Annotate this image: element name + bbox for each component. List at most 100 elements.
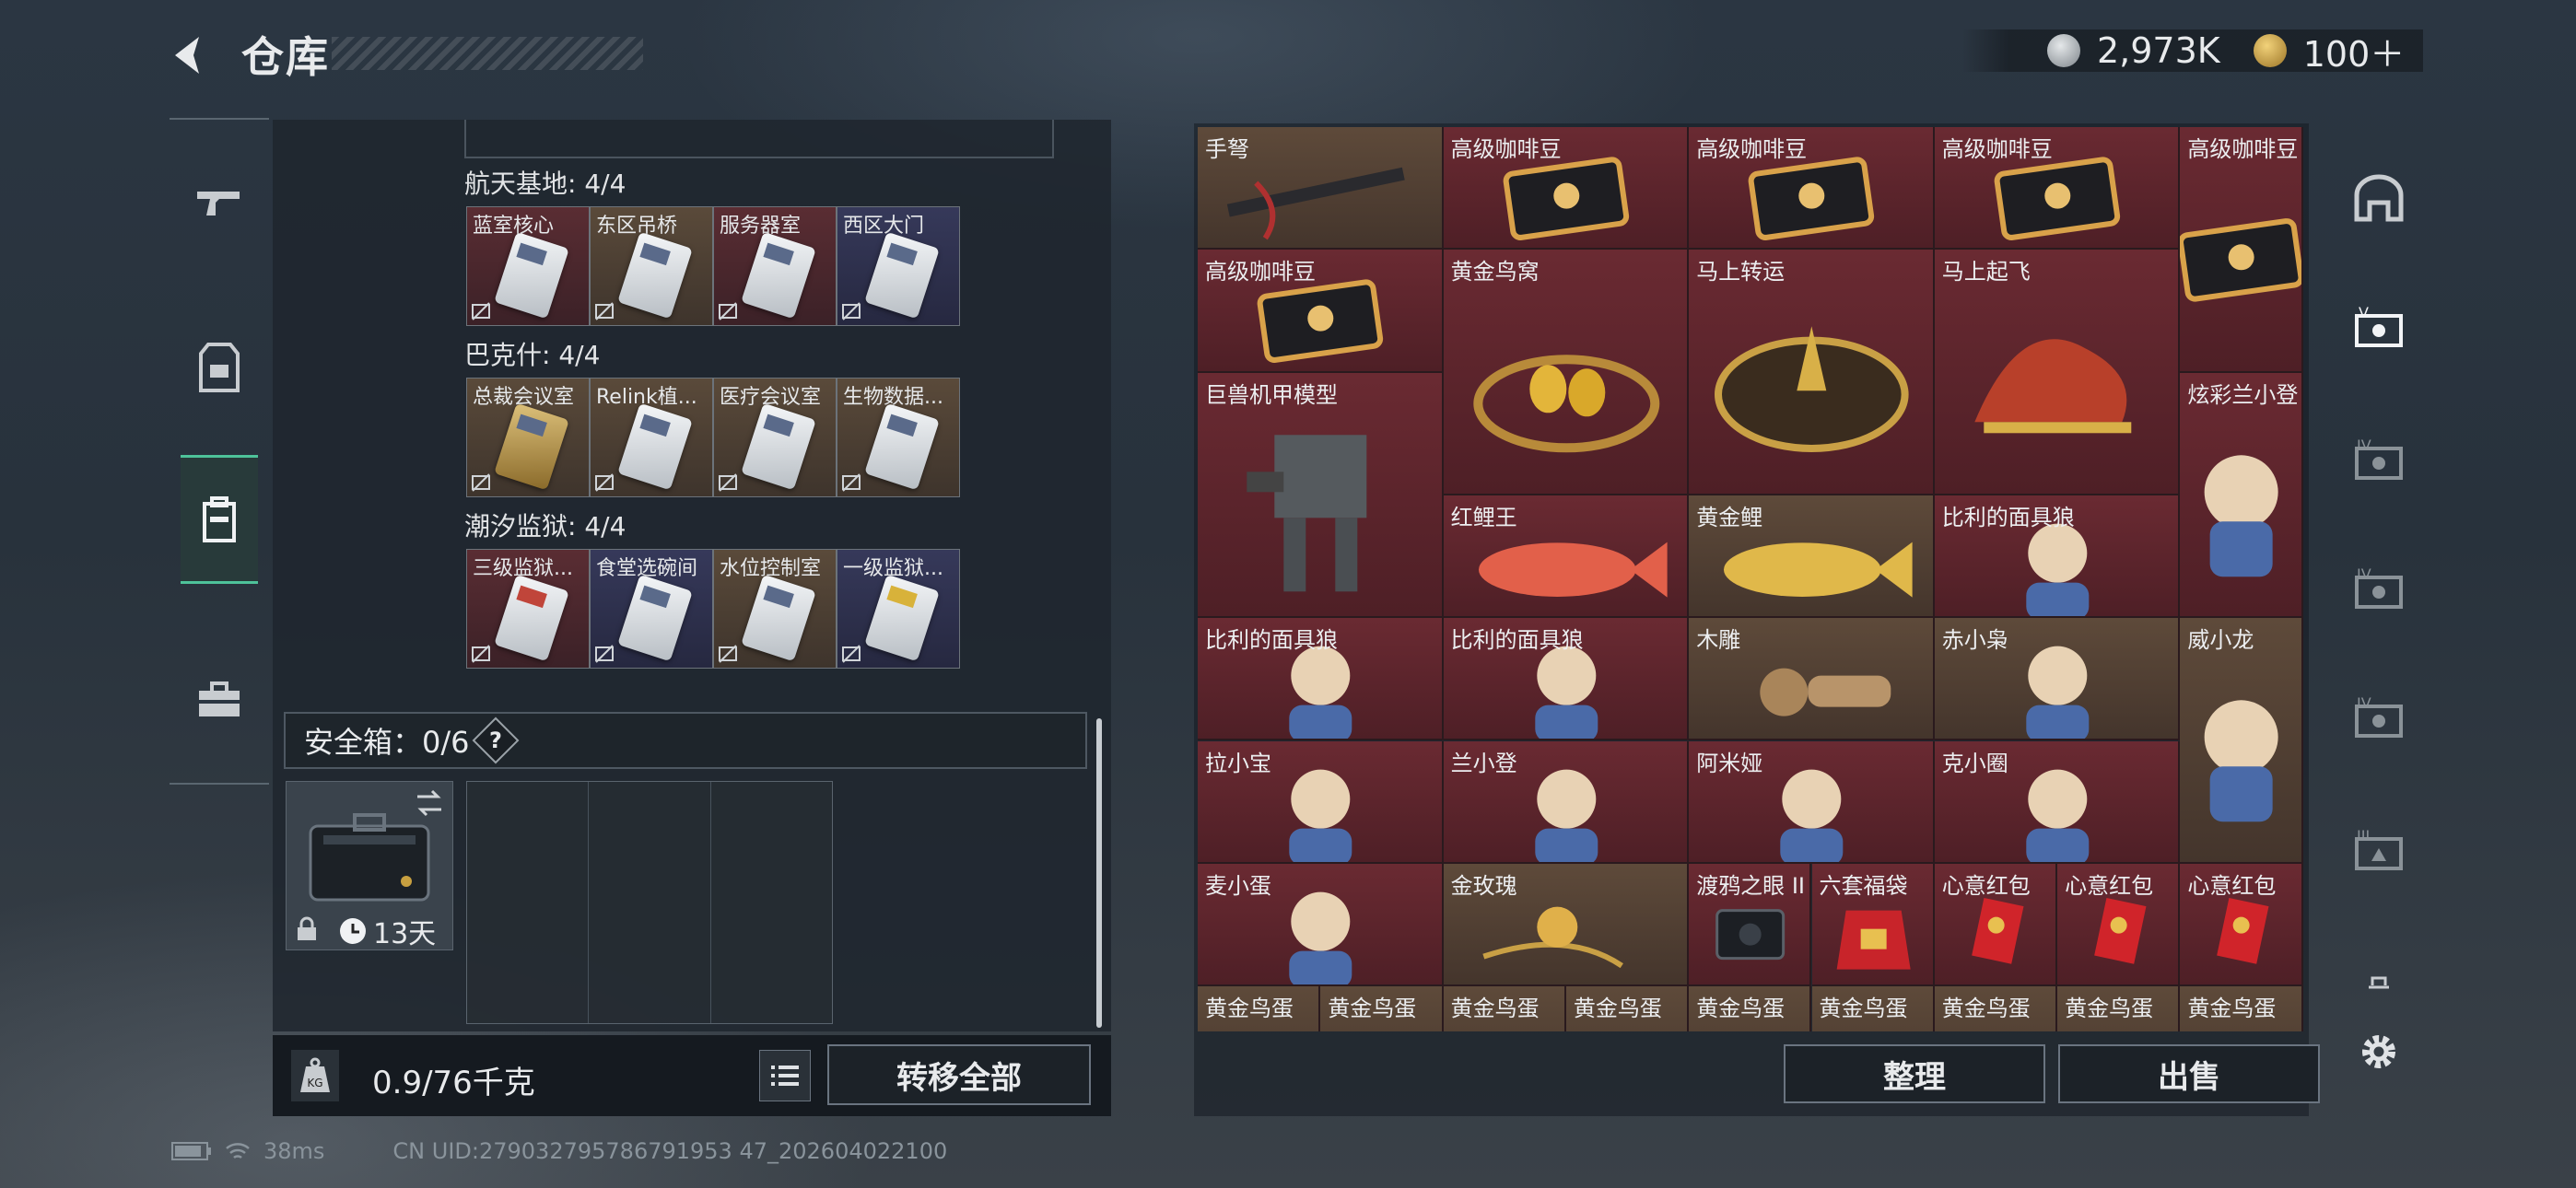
group-title-bakesh: 巴克什: 4/4	[464, 340, 601, 370]
safe-box-header: 安全箱：0/6 ?	[284, 712, 1087, 769]
inventory-item[interactable]: 手弩	[1198, 127, 1444, 250]
sell-button[interactable]: 出售	[2058, 1044, 2320, 1103]
keycard-label: 食堂选碗间	[596, 557, 698, 580]
inventory-item[interactable]: 麦小蛋	[1198, 863, 1444, 987]
untradeable-icon	[719, 473, 737, 492]
inventory-item[interactable]: 高级咖啡豆	[1443, 127, 1690, 250]
sort-button[interactable]: 整理	[1784, 1044, 2045, 1103]
weight-value: 0.9/76千克	[372, 1065, 535, 1101]
inventory-item[interactable]: 巨兽机甲模型	[1198, 372, 1444, 619]
filter-level-iv-3[interactable]: IV	[2335, 672, 2423, 764]
inventory-item[interactable]: 黄金鸟蛋	[2180, 986, 2303, 1031]
group-title-aerospace: 航天基地: 4/4	[464, 169, 626, 199]
inventory-item[interactable]: 黄金鸟蛋	[1320, 986, 1444, 1031]
nav-briefcase[interactable]	[170, 635, 269, 764]
untradeable-icon	[842, 302, 861, 320]
battery-icon	[171, 1142, 211, 1160]
filter-level-iv-2[interactable]: IV	[2335, 543, 2423, 635]
safe-slot[interactable]	[589, 782, 711, 1023]
inventory-item[interactable]: 兰小登	[1443, 740, 1690, 864]
keycard-item[interactable]: Relink植...	[590, 378, 713, 497]
keycard-item[interactable]: 东区吊桥	[590, 206, 713, 326]
inventory-item[interactable]: 克小圈	[1934, 740, 2181, 864]
item-name: 比利的面具狼	[1450, 627, 1584, 654]
item-name: 渡鸦之眼 II	[1696, 872, 1805, 899]
inventory-item[interactable]: 黄金鸟蛋	[1689, 986, 1812, 1031]
inventory-item[interactable]: 六套福袋	[1811, 863, 1935, 987]
inventory-item[interactable]: 黄金鸟蛋	[1934, 986, 2058, 1031]
nav-weapons[interactable]	[170, 138, 269, 267]
item-name: 手弩	[1205, 136, 1249, 162]
inventory-item[interactable]: 黄金鸟蛋	[1443, 986, 1566, 1031]
item-name: 比利的面具狼	[1205, 627, 1338, 654]
keycard-item[interactable]: 一级监狱...	[837, 549, 960, 669]
item-name: 黄金鲤	[1696, 504, 1763, 530]
list-view-button[interactable]	[759, 1050, 811, 1101]
safe-box-item[interactable]: 13天	[286, 781, 453, 950]
item-name: 黄金鸟蛋	[2187, 996, 2277, 1022]
swap-icon[interactable]	[414, 789, 445, 817]
inventory-item[interactable]: 心意红包	[1934, 863, 2058, 987]
inventory-item[interactable]: 阿米娅	[1689, 740, 1935, 864]
inventory-item[interactable]: 渡鸦之眼 II	[1689, 863, 1812, 987]
inventory-item[interactable]: 高级咖啡豆	[1198, 250, 1444, 373]
inventory-item[interactable]: 高级咖啡豆	[1934, 127, 2181, 250]
inventory-item[interactable]: 比利的面具狼	[1934, 495, 2181, 619]
help-button[interactable]: ?	[472, 716, 519, 764]
keycard-label: Relink植...	[596, 386, 697, 409]
inventory-item[interactable]: 比利的面具狼	[1198, 618, 1444, 741]
safe-box-slots[interactable]	[466, 781, 833, 1024]
keycard-label: 东区吊桥	[596, 215, 678, 238]
nav-backpack[interactable]	[181, 455, 258, 584]
level-iv-icon: IV	[2355, 437, 2403, 480]
inventory-item[interactable]: 黄金鸟蛋	[1198, 986, 1321, 1031]
inventory-item[interactable]: 心意红包	[2057, 863, 2181, 987]
filter-base[interactable]	[2335, 153, 2423, 245]
filter-level-iv[interactable]: IV	[2335, 414, 2423, 507]
keycard-item[interactable]: 水位控制室	[713, 549, 837, 669]
keycard-item[interactable]: 服务器室	[713, 206, 837, 326]
nav-armor[interactable]	[170, 304, 269, 433]
inventory-item[interactable]: 炫彩兰小登	[2180, 372, 2303, 619]
safe-slot[interactable]	[467, 782, 590, 1023]
item-name: 拉小宝	[1205, 750, 1271, 776]
inventory-item[interactable]: 黄金鸟蛋	[1565, 986, 1690, 1031]
keycard-image	[617, 402, 693, 491]
keycard-item[interactable]: 蓝室核心	[466, 206, 590, 326]
wifi-icon	[226, 1143, 250, 1159]
filter-level-v[interactable]: V	[2335, 282, 2423, 374]
keycard-item[interactable]: 生物数据...	[837, 378, 960, 497]
inventory-item[interactable]: 黄金鸟窝	[1443, 250, 1690, 495]
back-arrow-icon[interactable]	[166, 31, 214, 79]
inventory-item[interactable]: 比利的面具狼	[1443, 618, 1690, 741]
inventory-item[interactable]: 金玫瑰	[1443, 863, 1690, 987]
inventory-item[interactable]: 马上转运	[1689, 250, 1935, 495]
inventory-item[interactable]: 高级咖啡豆	[2180, 127, 2303, 373]
keycard-image	[741, 402, 816, 491]
inventory-item[interactable]: 高级咖啡豆	[1689, 127, 1935, 250]
keycard-item[interactable]: 医疗会议室	[713, 378, 837, 497]
settings-button[interactable]	[2335, 1006, 2423, 1098]
keycard-item[interactable]: 三级监狱...	[466, 549, 590, 669]
inventory-item[interactable]: 黄金鸟蛋	[2057, 986, 2181, 1031]
inventory-item[interactable]: 黄金鸟蛋	[1811, 986, 1935, 1031]
item-image	[1715, 326, 1909, 453]
item-name: 黄金鸟窝	[1450, 259, 1540, 285]
transfer-all-button[interactable]: 转移全部	[827, 1044, 1091, 1105]
inventory-item[interactable]: 马上起飞	[1934, 250, 2181, 495]
keycard-item[interactable]: 西区大门	[837, 206, 960, 326]
inventory-item[interactable]: 赤小枭	[1934, 618, 2181, 741]
inventory-item[interactable]: 威小龙	[2180, 618, 2303, 864]
keycard-item[interactable]: 食堂选碗间	[590, 549, 713, 669]
safe-slot[interactable]	[711, 782, 832, 1023]
inventory-item[interactable]: 红鲤王	[1443, 495, 1690, 619]
filter-level-iii[interactable]: III	[2335, 805, 2423, 897]
left-scrollbar[interactable]	[1096, 718, 1102, 1028]
inventory-item[interactable]: 心意红包	[2180, 863, 2303, 987]
keycard-image	[741, 231, 816, 320]
inventory-item[interactable]: 木雕	[1689, 618, 1935, 741]
gold-amount[interactable]: 100＋	[2303, 26, 2406, 76]
inventory-item[interactable]: 黄金鲤	[1689, 495, 1935, 619]
inventory-item[interactable]: 拉小宝	[1198, 740, 1444, 864]
keycard-item[interactable]: 总裁会议室	[466, 378, 590, 497]
